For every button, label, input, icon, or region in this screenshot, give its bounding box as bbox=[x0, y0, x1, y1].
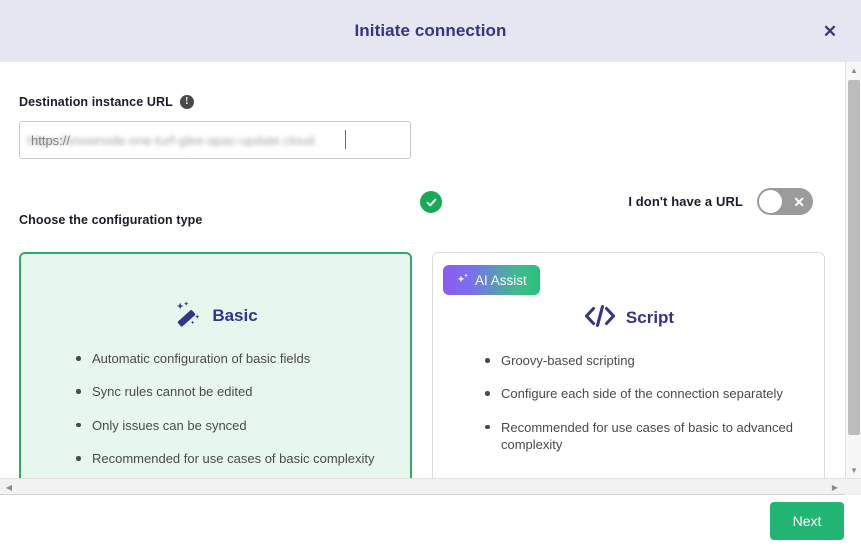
config-card-script[interactable]: AI Assist Script bbox=[432, 252, 825, 478]
dialog-title: Initiate connection bbox=[354, 21, 506, 41]
sparkle-icon bbox=[456, 272, 470, 289]
ai-assist-badge-label: AI Assist bbox=[475, 273, 527, 288]
dialog-body: Destination instance URL ! https://snown… bbox=[0, 62, 845, 478]
ai-assist-badge[interactable]: AI Assist bbox=[443, 265, 540, 295]
destination-url-label: Destination instance URL ! bbox=[19, 95, 194, 109]
check-circle-icon bbox=[420, 191, 442, 213]
list-item: Recommended for use cases of basic to ad… bbox=[485, 419, 815, 454]
code-brackets-icon bbox=[583, 303, 617, 334]
next-button[interactable]: Next bbox=[770, 502, 844, 540]
no-url-label: I don't have a URL bbox=[628, 194, 743, 209]
close-icon[interactable]: ✕ bbox=[817, 18, 843, 44]
toggle-off-icon: ✕ bbox=[793, 195, 805, 209]
list-item: Automatic configuration of basic fields bbox=[76, 350, 406, 367]
config-card-basic-title: Basic bbox=[212, 306, 257, 326]
scroll-up-icon[interactable]: ▲ bbox=[846, 62, 861, 78]
scroll-left-icon[interactable]: ◀ bbox=[1, 479, 17, 495]
no-url-toggle[interactable]: ✕ bbox=[757, 188, 813, 215]
list-item: Groovy-based scripting bbox=[485, 352, 815, 369]
scroll-down-icon[interactable]: ▼ bbox=[846, 462, 861, 478]
config-card-basic-bullets: Automatic configuration of basic fields … bbox=[21, 350, 410, 468]
no-url-control: I don't have a URL ✕ bbox=[628, 188, 813, 215]
destination-url-input[interactable] bbox=[19, 121, 411, 159]
destination-url-label-text: Destination instance URL bbox=[19, 95, 173, 109]
scroll-right-icon[interactable]: ▶ bbox=[827, 479, 843, 495]
horizontal-scrollbar[interactable]: ◀ ▶ bbox=[0, 478, 845, 495]
list-item: Recommended for use cases of basic compl… bbox=[76, 450, 406, 467]
list-item: Configure each side of the connection se… bbox=[485, 385, 815, 402]
config-card-basic-header: Basic bbox=[21, 288, 410, 344]
config-card-script-header: Script bbox=[433, 290, 824, 346]
dialog-header: Initiate connection ✕ bbox=[0, 0, 861, 62]
info-icon[interactable]: ! bbox=[180, 95, 194, 109]
initiate-connection-dialog: Initiate connection ✕ Destination instan… bbox=[0, 0, 861, 548]
vertical-scrollbar-thumb[interactable] bbox=[848, 80, 860, 435]
vertical-scrollbar[interactable]: ▲ ▼ bbox=[845, 62, 861, 478]
config-card-basic[interactable]: Basic Automatic configuration of basic f… bbox=[19, 252, 412, 478]
toggle-knob bbox=[759, 190, 782, 213]
dialog-footer: Next bbox=[0, 496, 861, 548]
magic-wand-icon bbox=[173, 299, 203, 334]
configuration-type-label: Choose the configuration type bbox=[19, 213, 202, 227]
scrollbar-corner bbox=[845, 478, 861, 495]
config-card-script-title: Script bbox=[626, 308, 674, 328]
list-item: Only issues can be synced bbox=[76, 417, 406, 434]
text-caret bbox=[345, 130, 346, 149]
list-item: Sync rules cannot be edited bbox=[76, 383, 406, 400]
config-card-script-bullets: Groovy-based scripting Configure each si… bbox=[433, 352, 824, 454]
configuration-type-cards: Basic Automatic configuration of basic f… bbox=[19, 252, 825, 478]
